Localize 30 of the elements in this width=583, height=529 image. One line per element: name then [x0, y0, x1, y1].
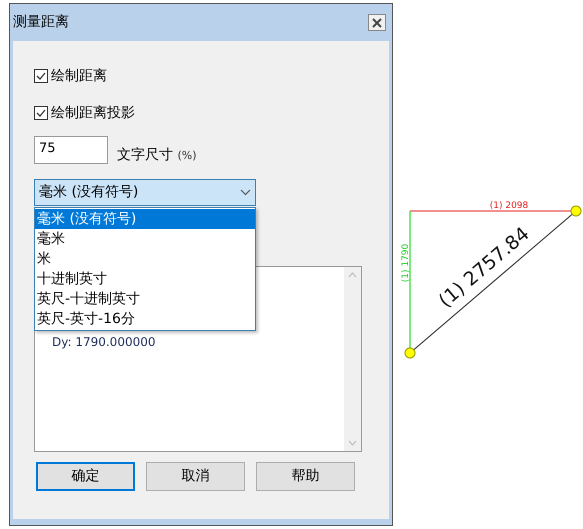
checkbox[interactable]	[34, 106, 48, 120]
checkmark-icon	[36, 72, 46, 80]
dropdown-option[interactable]: 米	[35, 249, 255, 269]
close-button[interactable]	[368, 14, 386, 31]
dropdown-option[interactable]: 毫米	[35, 229, 255, 249]
text-size-field[interactable]: 75	[34, 136, 108, 164]
result-line: Dy: 1790.000000	[52, 335, 156, 350]
checkbox-label: 绘制距离	[51, 66, 107, 86]
dialog-button[interactable]: 取消	[146, 462, 245, 491]
close-icon	[372, 18, 382, 28]
unit-dropdown[interactable]: 毫米 (没有符号)	[34, 179, 256, 206]
dropdown-option[interactable]: 毫米 (没有符号)	[35, 209, 255, 229]
dropdown-option[interactable]: 十进制英寸	[35, 269, 255, 289]
text-size-label: 文字尺寸 (%)	[117, 146, 196, 165]
scroll-down-icon[interactable]	[348, 440, 357, 446]
endpoint-handle[interactable]	[570, 206, 582, 216]
checkbox[interactable]	[34, 69, 48, 83]
scrollbar[interactable]	[344, 267, 361, 451]
dialog-button[interactable]: 帮助	[256, 462, 355, 491]
checkmark-icon	[36, 109, 46, 117]
dropdown-option[interactable]: 英尺-英寸-16分	[35, 309, 255, 329]
horizontal-distance-label: (1) 2098	[490, 201, 528, 211]
dialog-button[interactable]: 确定	[36, 462, 135, 491]
dropdown-option[interactable]: 英尺-十进制英寸	[35, 289, 255, 309]
endpoint-handle[interactable]	[404, 348, 416, 358]
window-title: 测量距离	[13, 13, 69, 32]
checkbox-label: 绘制距离投影	[51, 104, 135, 122]
scroll-up-icon[interactable]	[348, 272, 357, 278]
chevron-down-icon	[240, 189, 251, 196]
vertical-distance-label: (1) 1790	[401, 244, 411, 282]
